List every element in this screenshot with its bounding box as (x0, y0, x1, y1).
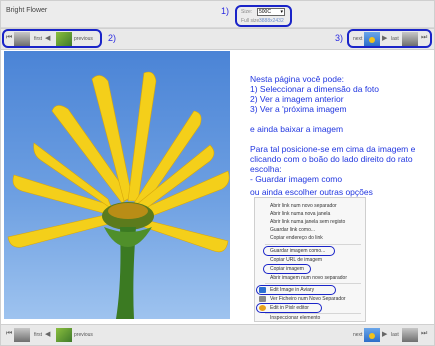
menu-item-open-link-tab[interactable]: Abrir link num novo separador (270, 203, 337, 209)
first-arrow-icon[interactable]: ⏮ (6, 330, 12, 338)
last-arrow-icon[interactable]: ⏭ (421, 330, 427, 338)
menu-item-inspect[interactable]: Inspeccionar elemento (270, 315, 320, 321)
first-thumbnail[interactable] (14, 328, 30, 342)
bottom-nav-bar: ⏮ first ◀ previous next ▶ last ⏭ (1, 324, 434, 346)
previous-arrow-icon[interactable]: ◀ (45, 34, 50, 42)
instruction-line-9: - Guardar imagem como (250, 174, 343, 184)
context-menu: Abrir link num novo separador Abrir link… (254, 197, 366, 322)
annotation-2: 2) (108, 33, 117, 43)
size-highlight: Size: 500C ▾ Full size: 3888x2432 (235, 5, 292, 27)
size-value: 500C (259, 9, 271, 15)
instruction-line-7: clicando com o boão do lado direito do r… (250, 154, 413, 164)
menu-item-copy-image[interactable]: Copiar imagem (270, 266, 304, 272)
instruction-line-8: escolha: (250, 164, 282, 174)
gallery-page: Bright Flower 1) Size: 500C ▾ Full size:… (0, 0, 435, 346)
menu-item-save-link[interactable]: Guardar link como... (270, 227, 315, 233)
full-size-value: 3888x2432 (259, 18, 284, 24)
page-title: Bright Flower (6, 7, 48, 14)
previous-link[interactable]: previous (74, 332, 93, 338)
menu-separator (265, 283, 361, 284)
first-link[interactable]: first (34, 332, 42, 338)
last-link[interactable]: last (391, 36, 399, 42)
menu-item-copy-link[interactable]: Copiar endereço do link (270, 235, 323, 241)
top-nav-bar: ⏮ first ◀ previous 2) 3) next ▶ last ⏭ (1, 28, 434, 50)
header-bar: Bright Flower 1) Size: 500C ▾ Full size:… (1, 1, 434, 28)
instruction-line-5: e ainda baixar a imagem (250, 124, 344, 134)
next-thumbnail[interactable] (364, 328, 380, 342)
last-thumbnail[interactable] (402, 328, 418, 342)
file-icon (259, 296, 266, 302)
chevron-down-icon: ▾ (280, 9, 283, 15)
instruction-line-1: Nesta página você pode: (250, 74, 345, 84)
aviary-icon (259, 287, 266, 293)
next-link[interactable]: next (353, 332, 362, 338)
full-size-label: Full size: (241, 18, 261, 24)
instruction-line-10: ou ainda escolher outras opções (250, 187, 373, 197)
first-thumbnail[interactable] (14, 32, 30, 46)
previous-arrow-icon[interactable]: ◀ (45, 330, 50, 338)
pixlr-icon (259, 305, 266, 311)
instruction-line-2: 1) Seleccionar a dimensão da foto (250, 84, 379, 94)
menu-separator (265, 313, 361, 314)
instruction-line-4: 3) Ver a 'próxima imagem (250, 104, 347, 114)
annotation-1: 1) (221, 6, 230, 16)
last-arrow-icon[interactable]: ⏭ (421, 34, 427, 42)
menu-item-edit-pixlr[interactable]: Edit in Pixlr editor (270, 305, 309, 311)
menu-separator (265, 244, 361, 245)
menu-item-open-image-tab[interactable]: Abrir imagem num novo separador (270, 275, 347, 281)
instruction-line-3: 2) Ver a imagem anterior (250, 94, 344, 104)
size-select[interactable]: 500C ▾ (257, 8, 285, 16)
menu-item-view-file-tab[interactable]: Ver Ficheiro num Novo Separador (270, 296, 346, 302)
last-link[interactable]: last (391, 332, 399, 338)
menu-item-save-image[interactable]: Guardar imagem como... (270, 248, 325, 254)
next-link[interactable]: next (353, 36, 362, 42)
next-thumbnail[interactable] (364, 32, 380, 46)
menu-item-open-link-incognito[interactable]: Abrir link numa janela sem registo (270, 219, 345, 225)
previous-thumbnail[interactable] (56, 32, 72, 46)
menu-item-open-link-window[interactable]: Abrir link numa nova janela (270, 211, 330, 217)
menu-item-copy-image-url[interactable]: Copiar URL de imagem (270, 257, 322, 263)
first-link[interactable]: first (34, 36, 42, 42)
next-arrow-icon[interactable]: ▶ (382, 34, 387, 42)
first-arrow-icon[interactable]: ⏮ (6, 34, 12, 42)
annotation-3: 3) (335, 33, 344, 43)
sunflower-image (7, 71, 230, 319)
previous-thumbnail[interactable] (56, 328, 72, 342)
last-thumbnail[interactable] (402, 32, 418, 46)
menu-item-edit-aviary[interactable]: Edit Image in Aviary (270, 287, 314, 293)
next-arrow-icon[interactable]: ▶ (382, 330, 387, 338)
size-label: Size: (241, 9, 253, 15)
instruction-line-6: Para tal posicione-se em cima da imagem … (250, 144, 416, 154)
flower-photo[interactable] (4, 51, 230, 319)
previous-link[interactable]: previous (74, 36, 93, 42)
